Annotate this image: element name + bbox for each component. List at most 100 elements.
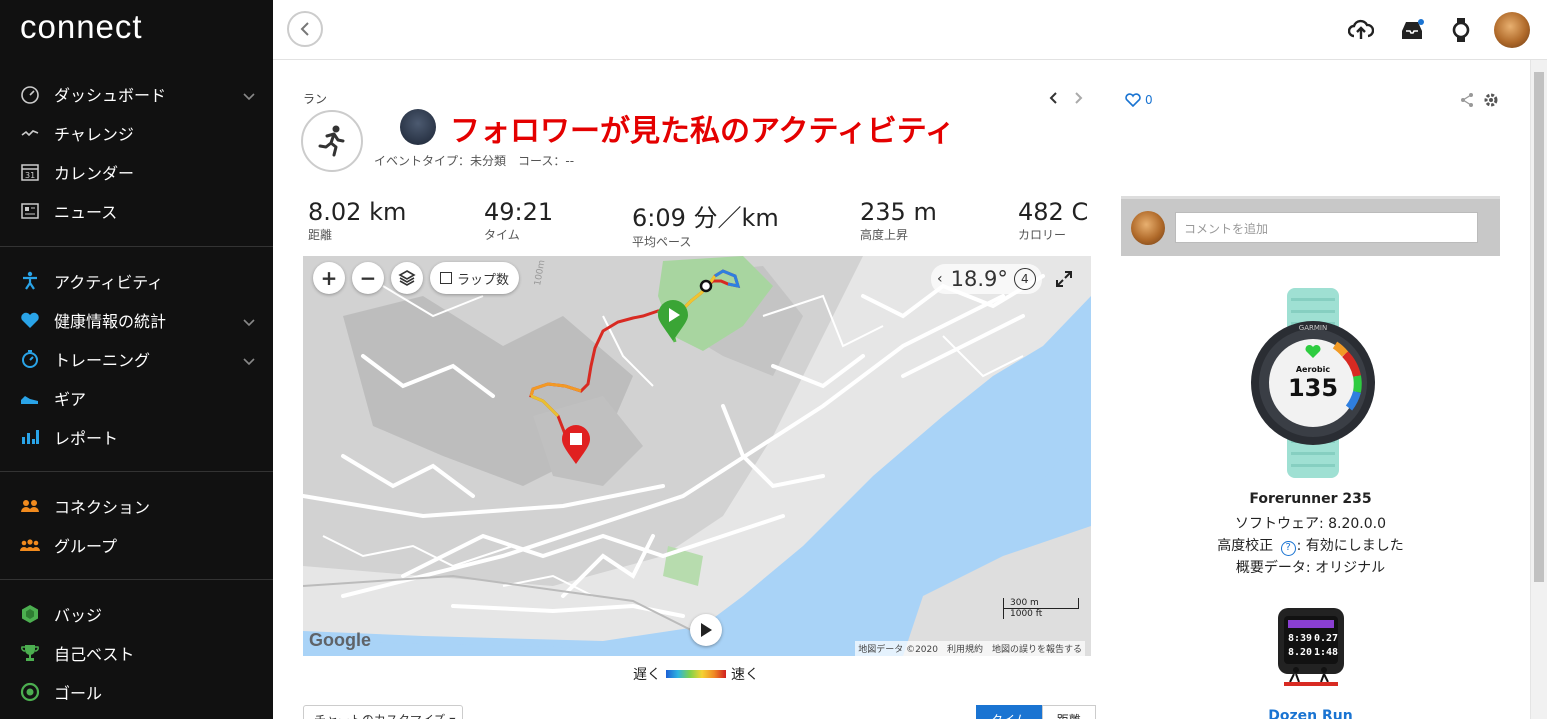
svg-text:31: 31 — [25, 171, 35, 180]
sidebar-item-gear[interactable]: ギア — [0, 378, 273, 417]
help-icon[interactable]: ? — [1280, 541, 1296, 556]
comment-input[interactable]: コメントを追加 — [1175, 212, 1478, 243]
chevron-down-icon[interactable] — [243, 86, 255, 105]
inbox-icon[interactable] — [1398, 16, 1426, 44]
wind-icon: 4 — [1013, 268, 1036, 290]
nav-group-activity: アクティビティ 健康情報の統計 トレーニング ギア レポート — [0, 261, 273, 456]
sidebar-item-goals[interactable]: ゴール — [0, 672, 273, 711]
stat-label: タイム — [484, 228, 520, 242]
google-logo: Google — [309, 630, 371, 650]
watch2-c: 1:48 — [1314, 647, 1338, 658]
toggle-distance-button[interactable]: 距離 — [1041, 705, 1096, 719]
shoe-icon — [20, 388, 40, 408]
user-avatar[interactable] — [1494, 12, 1530, 48]
device-name[interactable]: Forerunner 235 — [1121, 491, 1500, 507]
activity-main: ラン フォロワーが見た私のアクティビティ イベントタイプ：未分類 コース：-- … — [273, 60, 1530, 719]
scale-metric: 300 m — [1003, 598, 1079, 609]
sidebar-item-personal-records[interactable]: 自己ベスト — [0, 633, 273, 672]
chevron-down-icon[interactable] — [243, 312, 255, 331]
running-icon[interactable] — [301, 110, 363, 172]
connect-logo[interactable]: connect — [20, 8, 143, 46]
forerunner-watch-image: GARMIN Aerobic 135 — [1251, 288, 1375, 478]
stopwatch-icon — [20, 349, 40, 369]
sidebar: connect ダッシュボード チャレンジ 31 カレンダー ニュース アクティ… — [0, 0, 273, 719]
sidebar-item-training[interactable]: トレーニング — [0, 339, 273, 378]
zoom-in-button[interactable]: + — [313, 262, 345, 294]
sidebar-item-reports[interactable]: レポート — [0, 417, 273, 456]
activity-actions — [1459, 92, 1499, 108]
stat-label: 距離 — [308, 228, 333, 242]
device-watch-icon[interactable] — [1447, 16, 1475, 44]
connections-icon — [20, 496, 40, 516]
sidebar-divider — [0, 471, 273, 472]
sidebar-item-label: カレンダー — [54, 163, 135, 183]
upload-icon[interactable] — [1347, 16, 1375, 44]
chart-customize-dropdown[interactable]: チャートのカスタマイズ ▾ — [303, 705, 463, 719]
end-marker-icon[interactable] — [561, 425, 591, 465]
stat-value: 6:09 分／km — [632, 204, 779, 232]
scroll-thumb[interactable] — [1534, 72, 1544, 582]
chevron-left-icon[interactable]: ‹ — [937, 271, 943, 287]
sidebar-item-connections[interactable]: コネクション — [0, 486, 273, 525]
sidebar-item-news[interactable]: ニュース — [0, 191, 273, 230]
gear-icon[interactable] — [1483, 92, 1499, 108]
page-scrollbar[interactable] — [1530, 60, 1547, 719]
elevation-value: : 有効にしました — [1296, 538, 1404, 554]
sidebar-item-challenges[interactable]: チャレンジ — [0, 113, 273, 152]
back-button[interactable] — [287, 11, 323, 47]
owner-avatar[interactable] — [400, 109, 436, 145]
stat-avg-pace: 6:09 分／km 平均ペース — [632, 198, 779, 250]
sidebar-item-label: トレーニング — [54, 350, 151, 370]
sidebar-item-badges[interactable]: バッジ — [0, 594, 273, 633]
activity-title[interactable]: フォロワーが見た私のアクティビティ — [450, 106, 955, 150]
dashboard-icon — [20, 84, 40, 104]
activity-nav — [1049, 92, 1097, 108]
fullscreen-button[interactable] — [1049, 264, 1079, 294]
weather-readout: ‹ 18.9° 4 — [931, 264, 1042, 294]
sidebar-item-label: アクティビティ — [54, 272, 164, 292]
next-activity-button[interactable] — [1075, 92, 1083, 108]
sidebar-item-label: 自己ベスト — [54, 644, 135, 664]
nav-group-social: コネクション グループ — [0, 486, 273, 564]
map-credit[interactable]: 地図データ ©2020 利用規約 地図の誤りを報告する — [855, 641, 1085, 656]
legend-fast: 速く — [731, 667, 759, 683]
stat-label: 高度上昇 — [860, 228, 909, 242]
chevron-left-icon — [300, 22, 309, 36]
temperature-value: 18.9° — [950, 267, 1008, 291]
sidebar-item-health-stats[interactable]: 健康情報の統計 — [0, 300, 273, 339]
trophy-icon — [20, 643, 40, 663]
like-button[interactable]: 0 — [1125, 93, 1153, 107]
layers-button[interactable] — [391, 262, 423, 294]
group-link[interactable]: Dozen Run — [1121, 708, 1500, 719]
play-icon — [701, 623, 712, 637]
route-map[interactable]: 100m + − ラップ数 ‹ 18.9° 4 Google 300 m 100… — [303, 256, 1091, 656]
chevron-down-icon[interactable] — [243, 351, 255, 370]
groups-icon — [20, 535, 40, 555]
watch2-b: 8.20 — [1288, 647, 1312, 658]
share-icon[interactable] — [1459, 92, 1475, 108]
watch2-time: 8:39 — [1288, 633, 1312, 644]
minus-icon: − — [359, 266, 377, 290]
group-watch-image[interactable]: 8:39 0.27 8.20 1:48 — [1274, 608, 1348, 686]
toggle-time-button[interactable]: タイム — [976, 705, 1042, 719]
lap-toggle[interactable]: ラップ数 — [430, 262, 520, 294]
sidebar-item-groups[interactable]: グループ — [0, 525, 273, 564]
sidebar-item-label: ゴール — [54, 683, 103, 703]
sidebar-item-calendar[interactable]: 31 カレンダー — [0, 152, 273, 191]
lap-checkbox[interactable] — [440, 272, 452, 284]
activity-icon — [20, 271, 40, 291]
device-software: ソフトウェア: 8.20.0.0 — [1234, 516, 1387, 532]
prev-activity-button[interactable] — [1049, 92, 1057, 108]
sidebar-item-label: 健康情報の統計 — [54, 311, 167, 331]
playback-button[interactable] — [690, 614, 722, 646]
sidebar-item-label: コネクション — [54, 497, 151, 517]
scale-imperial: 1000 ft — [1003, 609, 1063, 619]
zoom-out-button[interactable]: − — [352, 262, 384, 294]
sidebar-item-dashboard[interactable]: ダッシュボード — [0, 74, 273, 113]
stat-label: 平均ペース — [632, 235, 692, 249]
start-marker-icon[interactable] — [657, 300, 689, 342]
sidebar-item-activities[interactable]: アクティビティ — [0, 261, 273, 300]
device-elevation-calibration: 高度校正 ?: 有効にしました — [1121, 535, 1500, 556]
expand-icon — [1056, 271, 1072, 287]
stat-distance: 8.02 km 距離 — [308, 198, 406, 243]
